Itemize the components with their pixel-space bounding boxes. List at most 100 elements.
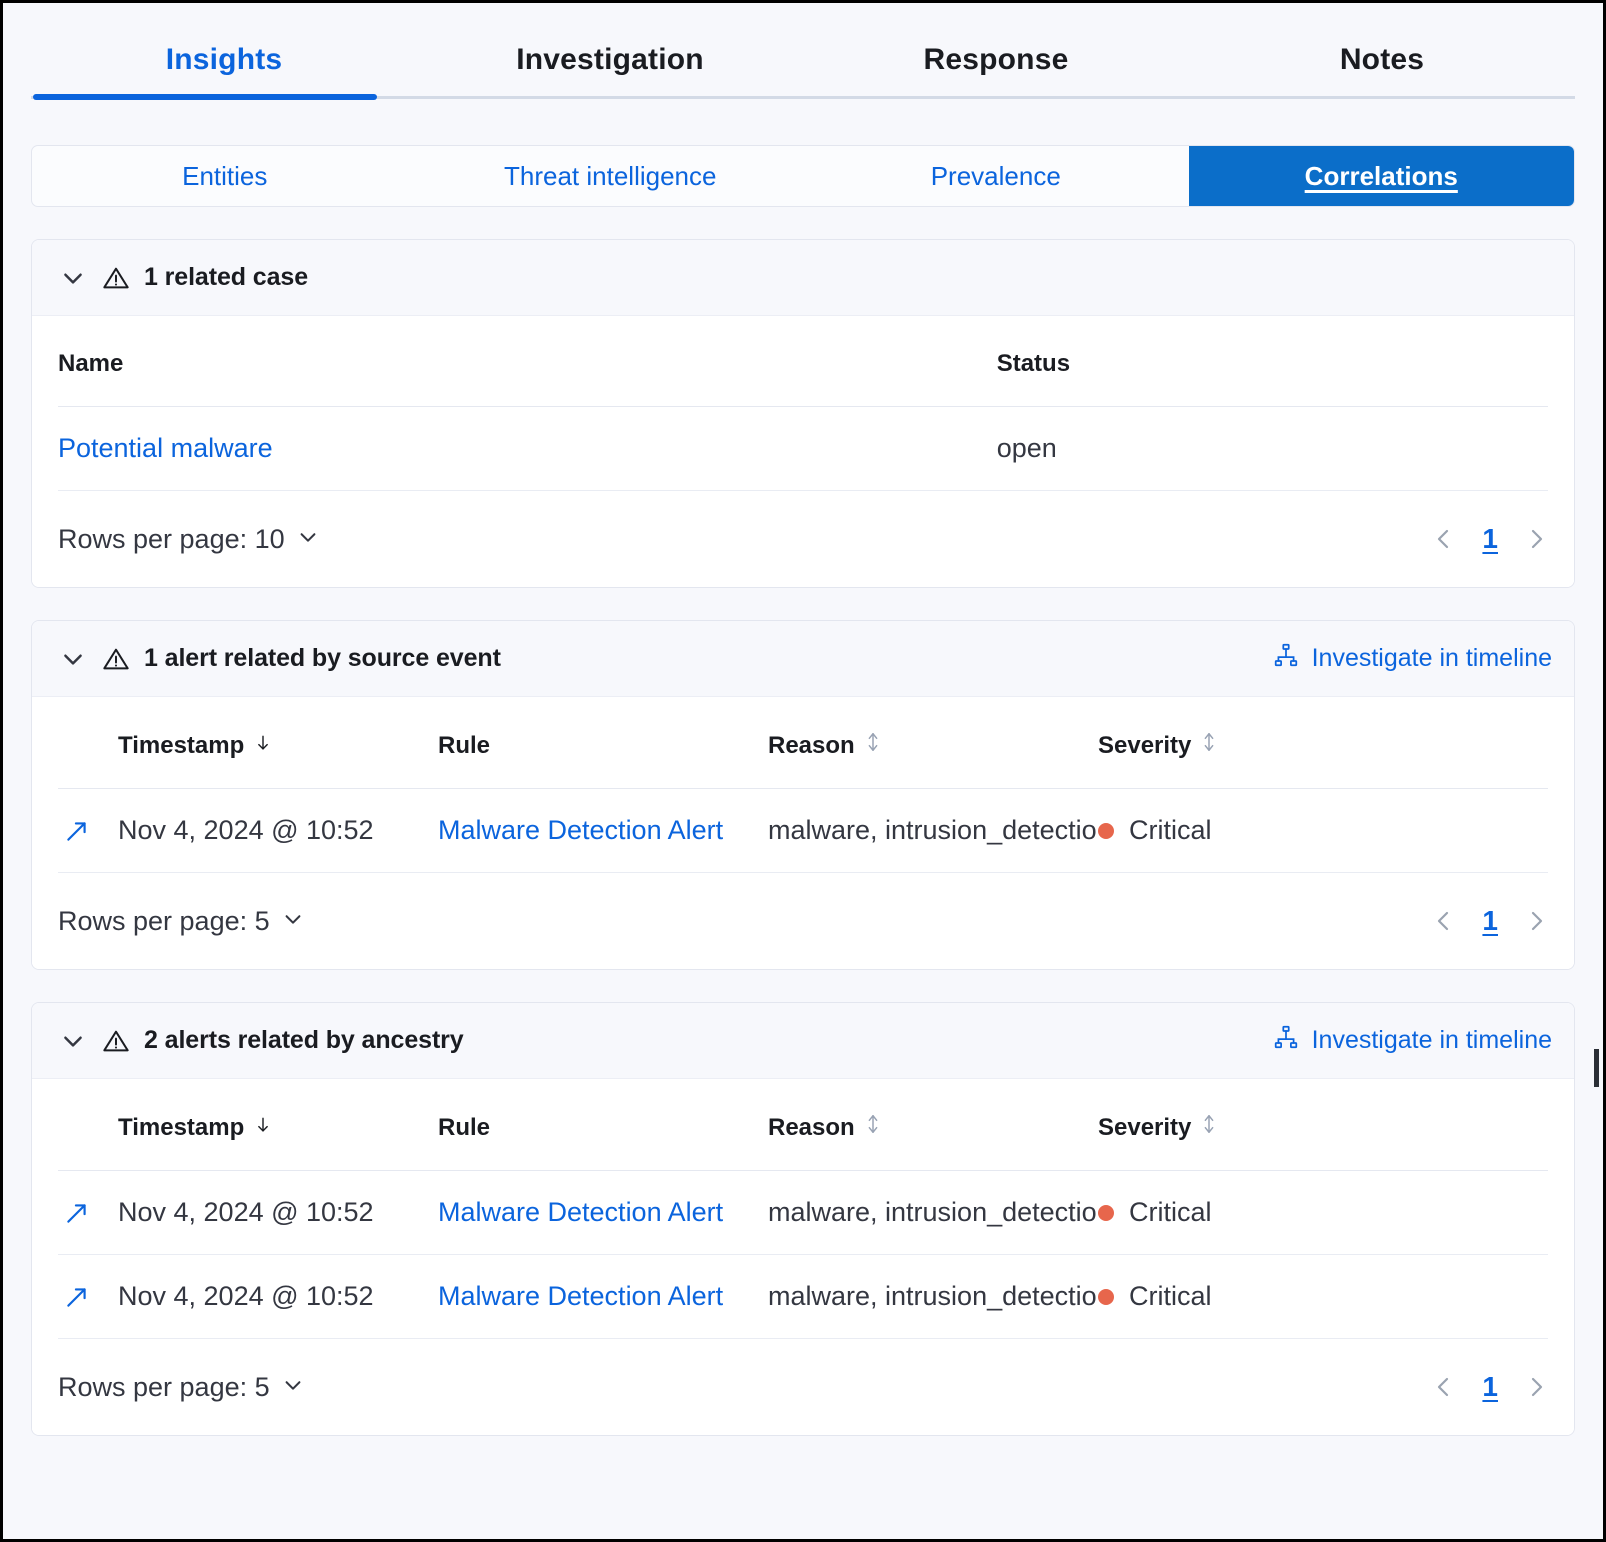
source-event-card-title: 1 alert related by source event	[144, 644, 501, 673]
tab-investigation[interactable]: Investigation	[417, 43, 803, 99]
source-event-table-body: Timestamp Rule Reason	[32, 697, 1574, 873]
chevron-down-icon[interactable]	[58, 263, 88, 293]
expand-cell	[58, 1171, 118, 1255]
tab-notes[interactable]: Notes	[1189, 43, 1575, 99]
sort-desc-arrow-icon	[253, 1114, 273, 1142]
chevron-left-icon[interactable]	[1432, 1375, 1456, 1399]
table-row[interactable]: Nov 4, 2024 @ 10:52 Malware Detection Al…	[58, 1255, 1548, 1339]
alert-rule-link[interactable]: Malware Detection Alert	[438, 1281, 768, 1312]
source-event-footer: Rows per page: 5 1	[32, 873, 1574, 969]
tab-insights[interactable]: Insights	[31, 43, 417, 99]
page-number-1[interactable]: 1	[1482, 905, 1498, 937]
column-header-rule[interactable]: Rule	[438, 697, 768, 789]
tab-response[interactable]: Response	[803, 43, 1189, 99]
rows-per-page-selector[interactable]: Rows per page: 10	[58, 524, 319, 555]
chevron-down-icon	[282, 1372, 304, 1403]
table-header-row: Name Status	[58, 316, 1548, 407]
chevron-right-icon[interactable]	[1524, 527, 1548, 551]
column-header-reason[interactable]: Reason	[768, 697, 1098, 789]
investigate-in-timeline-label: Investigate in timeline	[1312, 1026, 1552, 1055]
column-header-reason[interactable]: Reason	[768, 1079, 1098, 1171]
alert-severity-cell: Critical	[1098, 789, 1548, 873]
column-header-status[interactable]: Status	[997, 316, 1548, 407]
subtab-prevalence[interactable]: Prevalence	[803, 146, 1189, 206]
alert-reason-text: malware, intrusion_detection	[768, 1197, 1098, 1228]
sort-both-arrows-icon	[1200, 731, 1218, 760]
column-header-timestamp-label: Timestamp	[118, 732, 244, 760]
alert-rule-link[interactable]: Malware Detection Alert	[438, 815, 768, 846]
rows-per-page-selector[interactable]: Rows per page: 5	[58, 906, 304, 937]
column-header-expand	[58, 697, 118, 789]
alert-rule-link[interactable]: Malware Detection Alert	[438, 1197, 768, 1228]
alert-reason-cell: malware, intrusion_detection	[768, 1171, 1098, 1255]
tab-investigation-label: Investigation	[516, 43, 704, 76]
column-header-severity[interactable]: Severity	[1098, 1079, 1548, 1171]
column-header-reason-label: Reason	[768, 1114, 855, 1142]
expand-arrow-icon[interactable]	[58, 1200, 118, 1226]
column-header-severity-label: Severity	[1098, 1114, 1191, 1142]
column-header-name-label: Name	[58, 350, 123, 377]
ancestry-card-title: 2 alerts related by ancestry	[144, 1026, 464, 1055]
chevron-down-icon	[282, 906, 304, 937]
alert-rule-cell: Malware Detection Alert	[438, 789, 768, 873]
column-header-rule[interactable]: Rule	[438, 1079, 768, 1171]
pagination: 1	[1432, 1371, 1548, 1403]
severity-dot-icon	[1098, 1289, 1114, 1305]
source-event-card-header[interactable]: 1 alert related by source event Investig…	[32, 621, 1574, 697]
expand-cell	[58, 1255, 118, 1339]
column-header-name[interactable]: Name	[58, 316, 997, 407]
column-header-timestamp[interactable]: Timestamp	[118, 1079, 438, 1171]
alert-reason-cell: malware, intrusion_detection	[768, 789, 1098, 873]
alert-timestamp-cell: Nov 4, 2024 @ 10:52	[118, 1171, 438, 1255]
table-row[interactable]: Potential malware open	[58, 407, 1548, 491]
investigate-in-timeline-button[interactable]: Investigate in timeline	[1273, 1024, 1552, 1057]
tab-notes-label: Notes	[1340, 43, 1424, 76]
severity-dot-icon	[1098, 1205, 1114, 1221]
expand-arrow-icon[interactable]	[58, 1284, 118, 1310]
warning-triangle-icon	[102, 1027, 130, 1055]
expand-cell	[58, 789, 118, 873]
alert-severity-cell: Critical	[1098, 1255, 1548, 1339]
chevron-down-icon	[297, 524, 319, 555]
warning-triangle-icon	[102, 645, 130, 673]
subtab-entities[interactable]: Entities	[32, 146, 418, 206]
rows-per-page-selector[interactable]: Rows per page: 5	[58, 1372, 304, 1403]
column-header-rule-label: Rule	[438, 1114, 490, 1141]
alert-timestamp-cell: Nov 4, 2024 @ 10:52	[118, 1255, 438, 1339]
alert-reason-text: malware, intrusion_detection	[768, 1281, 1098, 1312]
investigate-in-timeline-button[interactable]: Investigate in timeline	[1273, 642, 1552, 675]
case-name-link[interactable]: Potential malware	[58, 433, 273, 463]
related-cases-title: 1 related case	[144, 263, 308, 292]
chevron-right-icon[interactable]	[1524, 909, 1548, 933]
column-header-expand	[58, 1079, 118, 1171]
related-cases-table-body: Name Status Potential malware open	[32, 316, 1574, 491]
chevron-left-icon[interactable]	[1432, 527, 1456, 551]
severity-dot-icon	[1098, 823, 1114, 839]
column-header-severity-label: Severity	[1098, 732, 1191, 760]
page-number-1[interactable]: 1	[1482, 1371, 1498, 1403]
source-event-alerts-table: Timestamp Rule Reason	[58, 697, 1548, 873]
subtab-entities-label: Entities	[182, 161, 267, 192]
table-header-row: Timestamp Rule Reason	[58, 697, 1548, 789]
sort-both-arrows-icon	[864, 1113, 882, 1142]
ancestry-card-header[interactable]: 2 alerts related by ancestry Investigate…	[32, 1003, 1574, 1079]
column-header-status-label: Status	[997, 350, 1070, 377]
sort-desc-arrow-icon	[253, 732, 273, 760]
column-header-timestamp[interactable]: Timestamp	[118, 697, 438, 789]
chevron-left-icon[interactable]	[1432, 909, 1456, 933]
tab-response-label: Response	[924, 43, 1069, 76]
chevron-down-icon[interactable]	[58, 1026, 88, 1056]
related-cases-card-header[interactable]: 1 related case	[32, 240, 1574, 316]
alert-severity-cell: Critical	[1098, 1171, 1548, 1255]
expand-arrow-icon[interactable]	[58, 818, 118, 844]
subtab-threat-intelligence[interactable]: Threat intelligence	[418, 146, 804, 206]
page-number-1[interactable]: 1	[1482, 523, 1498, 555]
table-row[interactable]: Nov 4, 2024 @ 10:52 Malware Detection Al…	[58, 789, 1548, 873]
table-row[interactable]: Nov 4, 2024 @ 10:52 Malware Detection Al…	[58, 1171, 1548, 1255]
alert-reason-text: malware, intrusion_detection	[768, 815, 1098, 846]
chevron-down-icon[interactable]	[58, 644, 88, 674]
column-header-severity[interactable]: Severity	[1098, 697, 1548, 789]
subtab-correlations[interactable]: Correlations	[1189, 146, 1575, 206]
case-status-cell: open	[997, 407, 1548, 491]
chevron-right-icon[interactable]	[1524, 1375, 1548, 1399]
